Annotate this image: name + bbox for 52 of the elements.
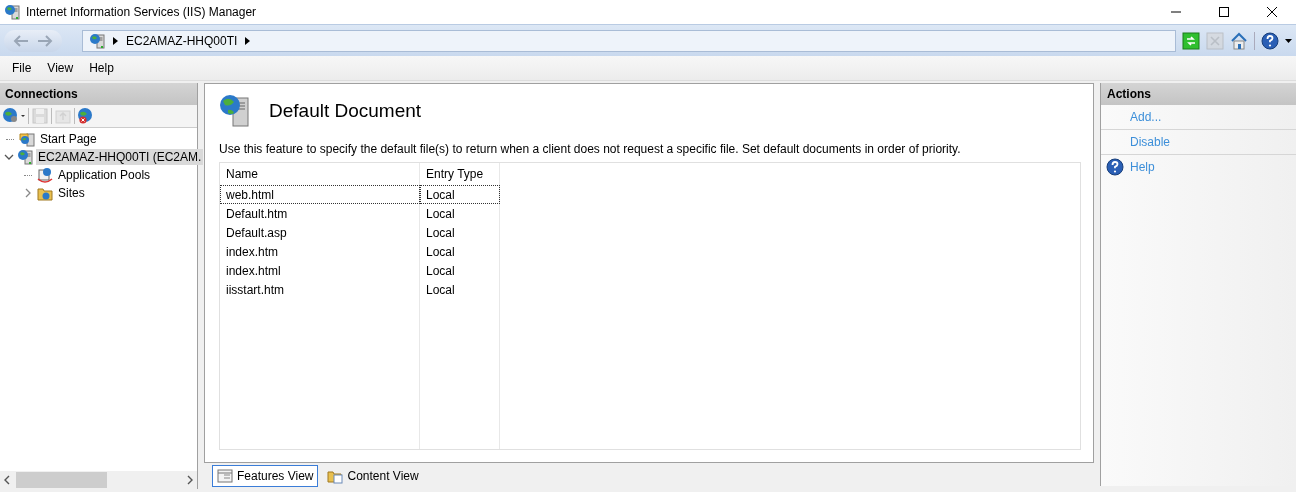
content-view-icon xyxy=(327,468,344,484)
sites-folder-icon xyxy=(37,185,53,201)
close-icon[interactable] xyxy=(1266,6,1278,18)
menu-item[interactable]: File xyxy=(4,61,40,75)
view-tab[interactable]: Features View xyxy=(212,465,319,487)
page-title: Default Document xyxy=(269,100,422,122)
table-cell[interactable]: Local xyxy=(420,223,500,242)
scroll-right-icon[interactable] xyxy=(187,475,193,485)
view-tab[interactable]: Content View xyxy=(322,465,424,487)
breadcrumb[interactable]: EC2AMAZ-HHQ00TI xyxy=(126,33,238,48)
tree-item[interactable]: Start Page xyxy=(38,131,99,147)
table-cell[interactable]: Default.asp xyxy=(220,223,420,242)
table-cell[interactable]: iisstart.htm xyxy=(220,280,420,299)
table-cell[interactable]: Local xyxy=(420,280,500,299)
table-cell[interactable]: web.html xyxy=(220,185,420,204)
panel-header: Connections xyxy=(0,83,197,105)
chevron-icon[interactable] xyxy=(113,36,118,45)
chevron-icon[interactable] xyxy=(245,36,251,45)
tree-item[interactable]: EC2AMAZ-HHQ00TI (EC2AM. xyxy=(36,149,204,165)
globe-connect-icon[interactable] xyxy=(2,107,26,125)
app-icon xyxy=(4,4,20,20)
description: Use this feature to specify the default file(s) to return when a client does not request a specific file. Set default documents in order of priority. xyxy=(219,142,962,156)
tree-item[interactable]: Sites xyxy=(56,185,87,201)
start-page-icon xyxy=(19,131,35,147)
help-icon[interactable] xyxy=(1106,158,1124,176)
column-header[interactable]: Name xyxy=(220,163,420,185)
table-cell[interactable]: Local xyxy=(420,242,500,261)
menu-item[interactable]: View xyxy=(39,61,82,75)
table-cell[interactable]: index.html xyxy=(220,261,420,280)
table-cell[interactable]: Local xyxy=(420,185,500,204)
application-pools-icon xyxy=(37,167,53,183)
globe-disconnect-icon[interactable] xyxy=(77,107,95,125)
tree-item[interactable]: Application Pools xyxy=(56,167,153,183)
table-cell[interactable]: index.htm xyxy=(220,242,420,261)
server-globe-icon xyxy=(17,149,33,165)
server-globe-icon xyxy=(89,32,105,49)
table-cell[interactable]: Local xyxy=(420,204,500,223)
features-view-icon xyxy=(217,468,233,484)
window-title: Internet Information Services (IIS) Manager xyxy=(26,5,257,19)
column-header[interactable]: Entry Type xyxy=(420,163,500,185)
maximize-icon[interactable] xyxy=(1218,6,1230,18)
scroll-left-icon[interactable] xyxy=(4,475,10,485)
help-icon[interactable] xyxy=(1261,31,1279,50)
table-cell[interactable]: Local xyxy=(420,261,500,280)
menu-item[interactable]: Help xyxy=(81,61,122,75)
table-cell[interactable]: Default.htm xyxy=(220,204,420,223)
horizontal-scrollbar[interactable] xyxy=(0,471,197,489)
dropdown-caret-icon[interactable] xyxy=(1285,38,1292,43)
panel-header: Actions xyxy=(1101,83,1296,105)
refresh-icon[interactable] xyxy=(1182,31,1200,50)
address-field[interactable]: EC2AMAZ-HHQ00TI xyxy=(82,29,1176,52)
home-icon[interactable] xyxy=(1230,31,1248,50)
